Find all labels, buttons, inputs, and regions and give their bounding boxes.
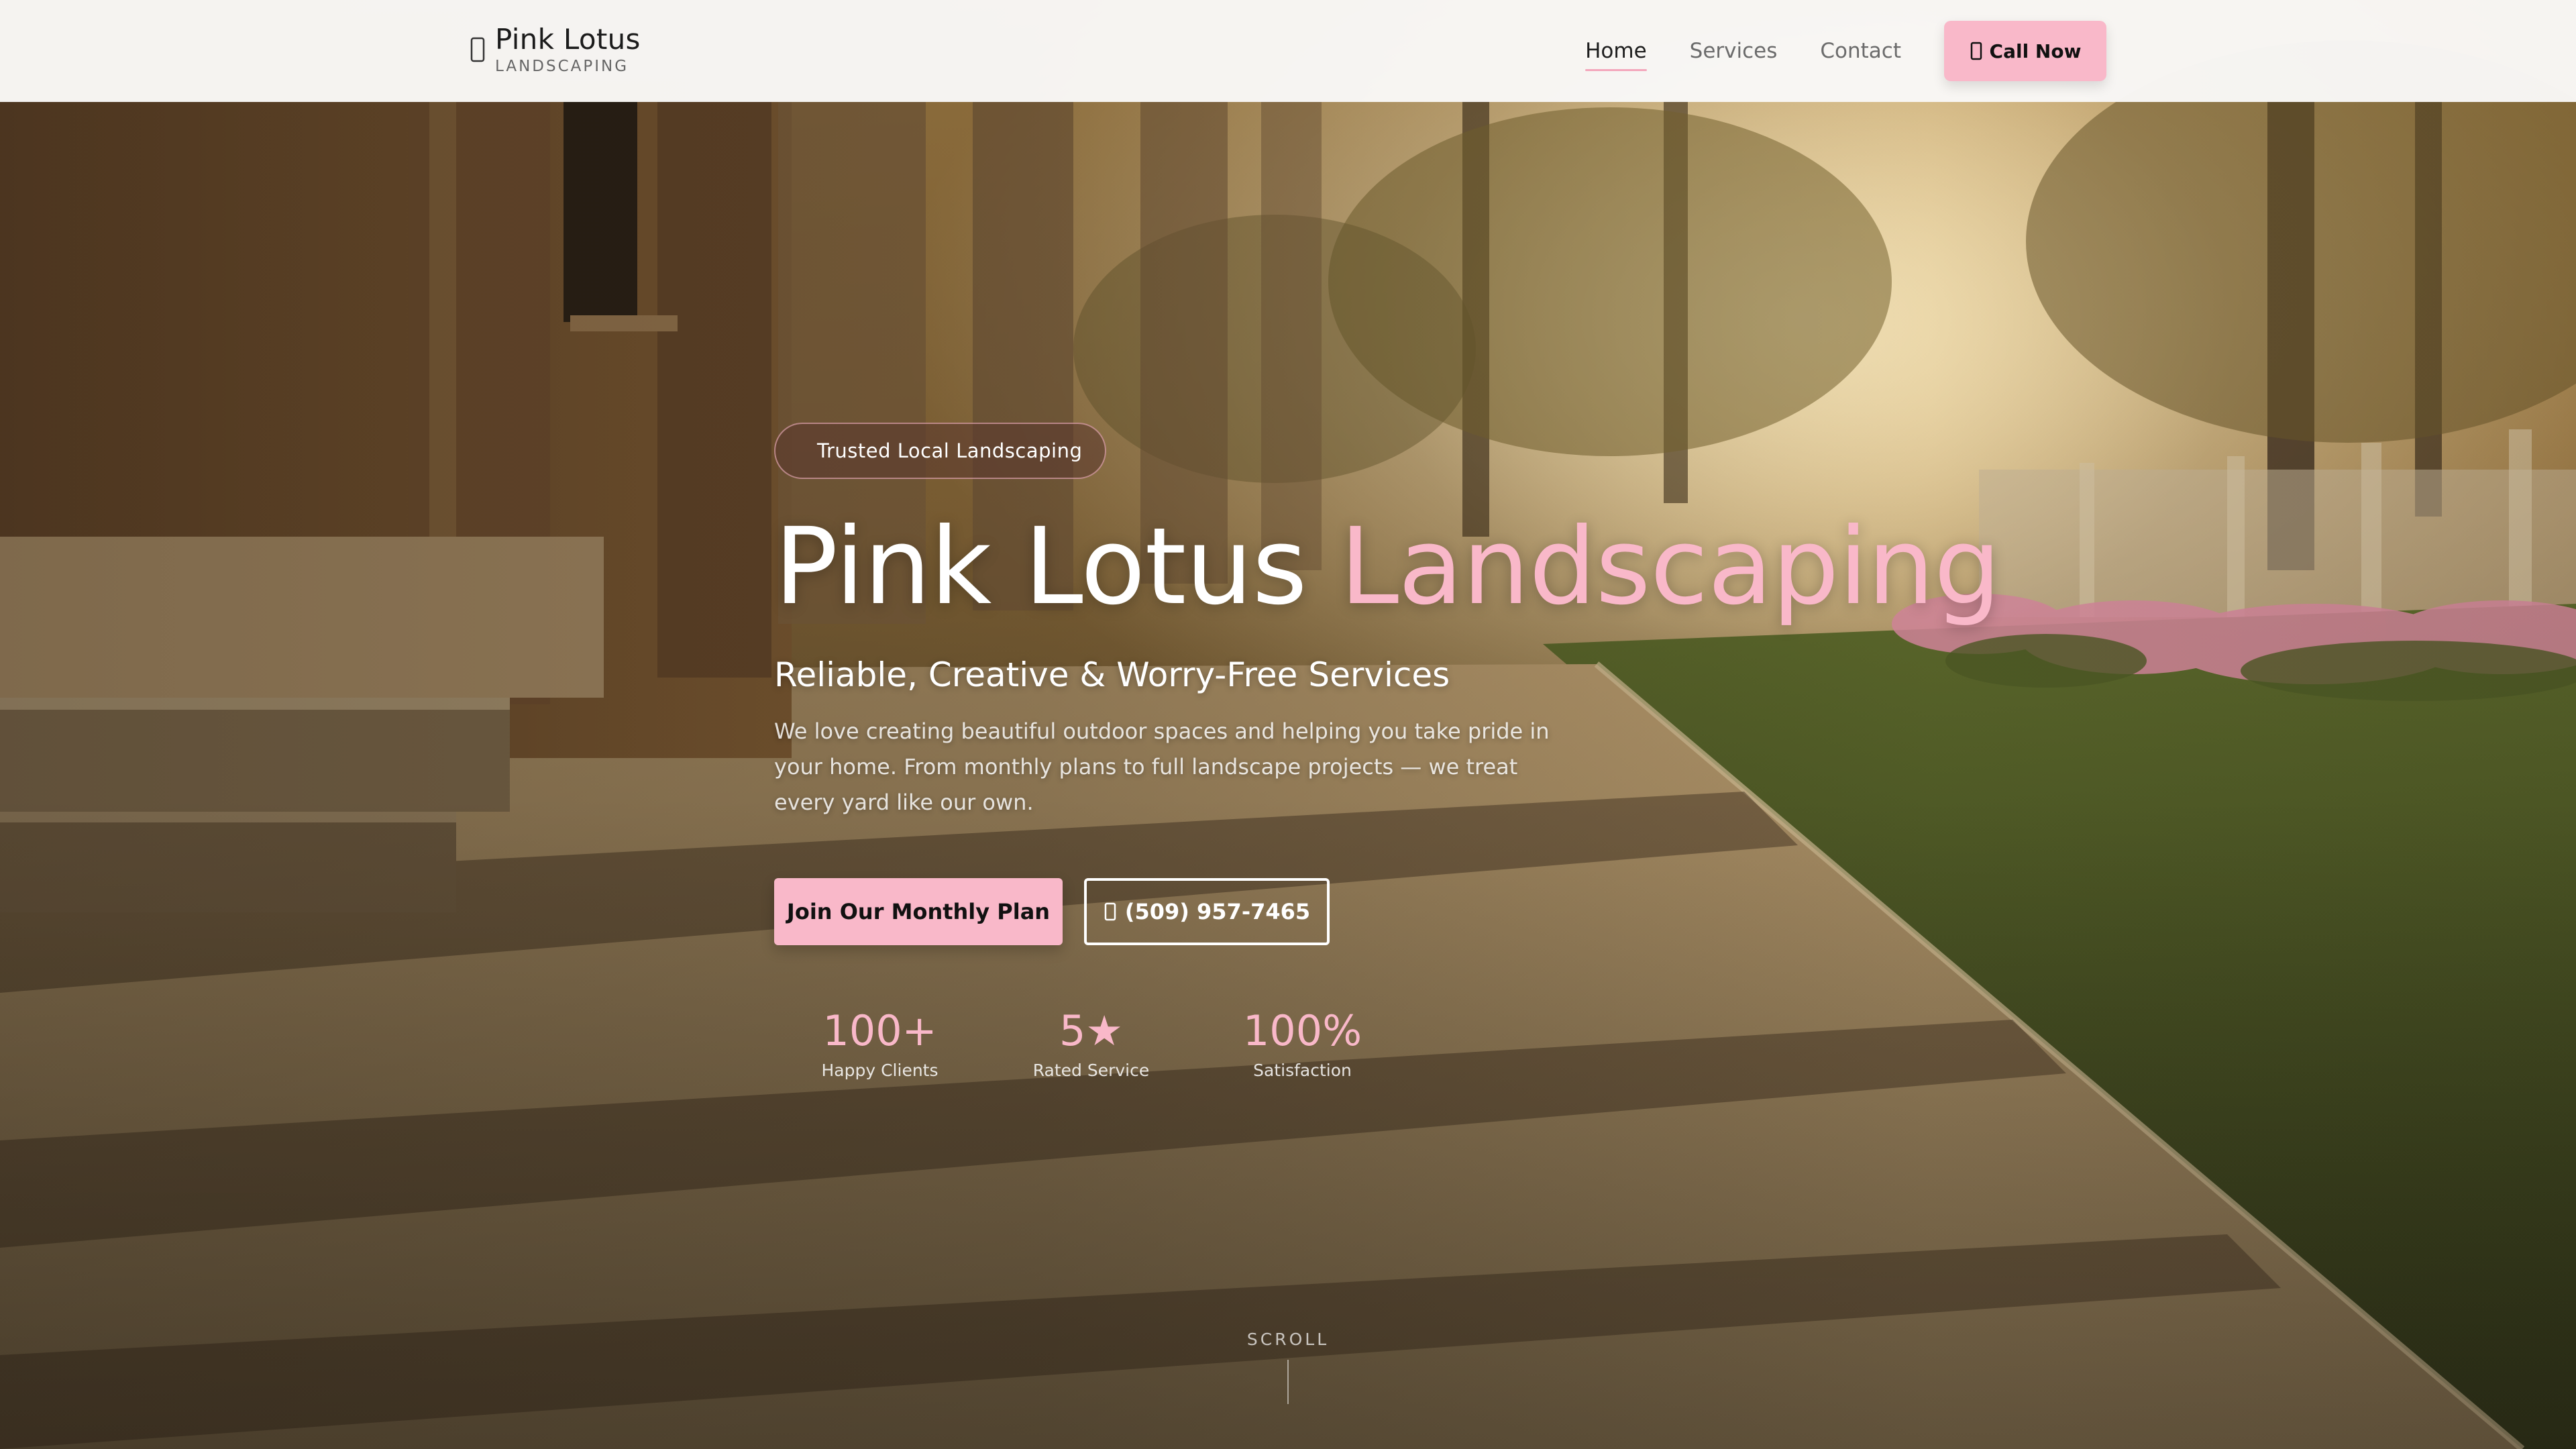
main-nav: Home Services Contact Call Now (1585, 0, 2106, 102)
hero-title-main: Pink Lotus (774, 505, 1307, 629)
brand-logo[interactable]: Pink Lotus LANDSCAPING (470, 23, 641, 76)
stat-value: 100+ (822, 1006, 937, 1055)
stat-happy-clients: 100+ Happy Clients (774, 1006, 985, 1081)
hero-tagline: Reliable, Creative & Worry-Free Services (774, 655, 1450, 694)
nav-link-contact[interactable]: Contact (1820, 35, 1901, 67)
badge-dot-icon (798, 446, 808, 455)
trust-badge-label: Trusted Local Landscaping (817, 439, 1083, 462)
stat-value: 5★ (1059, 1006, 1124, 1055)
stat-rated-service: 5★ Rated Service (985, 1006, 1197, 1081)
phone-icon (1970, 42, 1982, 60)
hero-buttons: Join Our Monthly Plan (509) 957-7465 (774, 878, 1982, 945)
phone-call-button[interactable]: (509) 957-7465 (1084, 878, 1330, 945)
brand-name: Pink Lotus (495, 23, 641, 56)
scroll-line (1287, 1360, 1289, 1404)
hero-content: Trusted Local Landscaping Pink Lotus Lan… (774, 423, 2001, 1081)
join-monthly-plan-button[interactable]: Join Our Monthly Plan (774, 878, 1063, 945)
trust-badge: Trusted Local Landscaping (774, 423, 1107, 479)
call-now-label: Call Now (1989, 40, 2082, 62)
brand-text: Pink Lotus LANDSCAPING (495, 23, 641, 76)
site-header: Pink Lotus LANDSCAPING Home Services Con… (0, 0, 2576, 102)
hero-title-accent: Landscaping (1340, 505, 2001, 629)
phone-icon (1104, 902, 1116, 921)
stat-label: Happy Clients (821, 1061, 938, 1080)
scroll-indicator[interactable]: SCROLL (1246, 1330, 1330, 1404)
hero-description: We love creating beautiful outdoor space… (774, 718, 1550, 815)
stat-satisfaction: 100% Satisfaction (1197, 1006, 1408, 1081)
stat-value: 100% (1242, 1006, 1362, 1055)
nav-link-home[interactable]: Home (1585, 35, 1647, 71)
lotus-icon (470, 37, 485, 62)
brand-subtitle: LANDSCAPING (495, 58, 629, 75)
hero-title: Pink Lotus Landscaping (774, 503, 2001, 631)
stat-label: Satisfaction (1253, 1061, 1352, 1080)
phone-number: (509) 957-7465 (1124, 899, 1311, 924)
hero-stats: 100+ Happy Clients 5★ Rated Service 100%… (774, 1006, 1982, 1081)
stat-label: Rated Service (1032, 1061, 1150, 1080)
scroll-label: SCROLL (1246, 1330, 1330, 1349)
nav-link-services[interactable]: Services (1690, 35, 1778, 67)
call-now-button[interactable]: Call Now (1944, 21, 2106, 81)
